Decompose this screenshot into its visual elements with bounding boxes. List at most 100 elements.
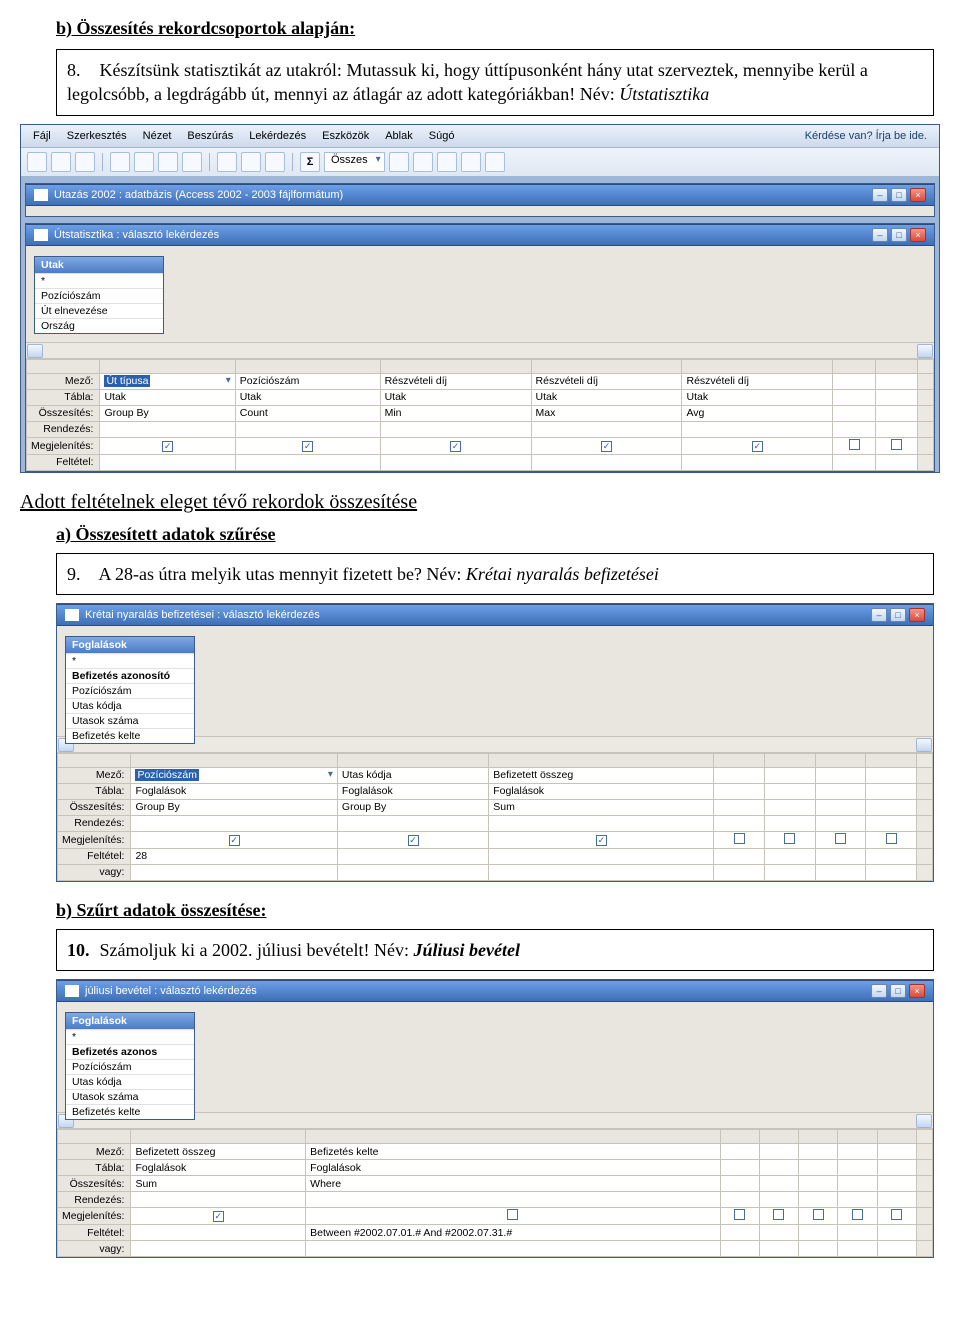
table-field[interactable]: Befizetés azonos xyxy=(66,1044,194,1059)
grid-show-cell[interactable] xyxy=(875,437,917,454)
grid-total-cell[interactable] xyxy=(765,799,816,815)
grid-criteria-cell[interactable] xyxy=(100,454,235,470)
grid-table-cell[interactable] xyxy=(875,389,917,405)
checkbox-icon[interactable] xyxy=(813,1209,824,1220)
grid-total-cell[interactable] xyxy=(714,799,765,815)
grid-total-cell[interactable]: Group By xyxy=(337,799,488,815)
grid-field-cell[interactable] xyxy=(833,373,875,389)
table-field[interactable]: Pozíciószám xyxy=(35,288,163,303)
close-button[interactable]: × xyxy=(910,228,926,242)
grid-field-cell[interactable]: Pozíciószám xyxy=(235,373,380,389)
grid-table-cell[interactable]: Utak xyxy=(100,389,235,405)
grid-table-cell[interactable] xyxy=(765,783,816,799)
toolbar-icon[interactable] xyxy=(217,152,237,172)
grid-sort-cell[interactable] xyxy=(877,1192,916,1208)
table-field[interactable]: * xyxy=(35,273,163,288)
table-field[interactable]: Befizetés azonosító xyxy=(66,668,194,683)
checkbox-icon[interactable] xyxy=(734,1209,745,1220)
grid-show-cell[interactable] xyxy=(131,831,337,848)
grid-criteria-cell[interactable] xyxy=(877,1225,916,1241)
grid-field-cell[interactable] xyxy=(799,1144,838,1160)
menu-sugo[interactable]: Súgó xyxy=(423,128,461,144)
grid-total-cell[interactable]: Min xyxy=(380,405,531,421)
menu-beszuras[interactable]: Beszúrás xyxy=(181,128,239,144)
grid-sort-cell[interactable] xyxy=(759,1192,798,1208)
scroll-left-button[interactable] xyxy=(27,344,43,358)
grid-show-cell[interactable] xyxy=(765,831,816,848)
grid-show-cell[interactable] xyxy=(380,437,531,454)
grid-criteria-cell[interactable] xyxy=(337,848,488,864)
grid-criteria-cell[interactable] xyxy=(875,454,917,470)
grid-criteria-cell[interactable] xyxy=(235,454,380,470)
grid-field-cell[interactable] xyxy=(714,767,765,783)
grid-criteria-cell[interactable] xyxy=(714,848,765,864)
toolbar[interactable]: Σ Összes xyxy=(21,148,939,177)
source-table-foglalasok[interactable]: Foglalások * Befizetés azonosító Pozíció… xyxy=(65,636,195,744)
grid-criteria-cell[interactable] xyxy=(815,848,866,864)
grid-show-cell[interactable] xyxy=(838,1208,877,1225)
grid-show-cell[interactable] xyxy=(489,831,714,848)
grid-total-cell[interactable]: Max xyxy=(531,405,682,421)
toolbar-icon[interactable] xyxy=(461,152,481,172)
table-field[interactable]: Pozíciószám xyxy=(66,1059,194,1074)
grid-total-cell[interactable] xyxy=(877,1176,916,1192)
grid-sort-cell[interactable] xyxy=(720,1192,759,1208)
grid-criteria-cell[interactable]: Between #2002.07.01.# And #2002.07.31.# xyxy=(306,1225,720,1241)
checkbox-icon[interactable] xyxy=(852,1209,863,1220)
grid-show-cell[interactable] xyxy=(833,437,875,454)
grid-table-cell[interactable] xyxy=(815,783,866,799)
grid-sort-cell[interactable] xyxy=(235,421,380,437)
grid-sort-cell[interactable] xyxy=(306,1192,720,1208)
grid-field-cell[interactable] xyxy=(765,767,816,783)
table-field[interactable]: * xyxy=(66,653,194,668)
grid-table-cell[interactable]: Utak xyxy=(531,389,682,405)
toolbar-icon[interactable] xyxy=(51,152,71,172)
grid-field-cell[interactable] xyxy=(759,1144,798,1160)
grid-or-cell[interactable] xyxy=(131,864,337,880)
grid-table-cell[interactable] xyxy=(799,1160,838,1176)
toolbar-icon[interactable] xyxy=(182,152,202,172)
scroll-right-button[interactable] xyxy=(917,344,933,358)
grid-show-cell[interactable] xyxy=(337,831,488,848)
checkbox-icon[interactable] xyxy=(408,835,419,846)
help-prompt[interactable]: Kérdése van? Írja be ide. xyxy=(799,128,933,144)
toolbar-icon[interactable] xyxy=(110,152,130,172)
maximize-button[interactable]: □ xyxy=(891,228,907,242)
grid-show-cell[interactable] xyxy=(720,1208,759,1225)
grid-table-cell[interactable]: Utak xyxy=(682,389,833,405)
grid-table-cell[interactable]: Foglalások xyxy=(489,783,714,799)
design-grid-1[interactable]: Mező:Út típusaPozíciószámRészvételi díjR… xyxy=(26,358,934,471)
table-field[interactable]: Pozíciószám xyxy=(66,683,194,698)
checkbox-icon[interactable] xyxy=(596,835,607,846)
toolbar-icon[interactable] xyxy=(158,152,178,172)
maximize-button[interactable]: □ xyxy=(890,984,906,998)
grid-sort-cell[interactable] xyxy=(131,1192,306,1208)
grid-field-cell[interactable]: Befizetés kelte xyxy=(306,1144,720,1160)
close-button[interactable]: × xyxy=(910,188,926,202)
grid-criteria-cell[interactable] xyxy=(489,848,714,864)
toolbar-icon[interactable] xyxy=(389,152,409,172)
grid-show-cell[interactable] xyxy=(100,437,235,454)
grid-field-cell[interactable]: Részvételi díj xyxy=(531,373,682,389)
grid-table-cell[interactable] xyxy=(759,1160,798,1176)
grid-show-cell[interactable] xyxy=(877,1208,916,1225)
grid-total-cell[interactable]: Sum xyxy=(131,1176,306,1192)
grid-sort-cell[interactable] xyxy=(765,815,816,831)
grid-field-cell[interactable] xyxy=(720,1144,759,1160)
grid-show-cell[interactable] xyxy=(759,1208,798,1225)
grid-or-cell[interactable] xyxy=(866,864,917,880)
toolbar-icon[interactable] xyxy=(241,152,261,172)
grid-sort-cell[interactable] xyxy=(531,421,682,437)
query-window-title[interactable]: Krétai nyaralás befizetései : választó l… xyxy=(57,604,933,626)
table-field[interactable]: Út elnevezése xyxy=(35,303,163,318)
menu-nezet[interactable]: Nézet xyxy=(137,128,178,144)
checkbox-icon[interactable] xyxy=(734,833,745,844)
grid-show-cell[interactable] xyxy=(799,1208,838,1225)
close-button[interactable]: × xyxy=(909,608,925,622)
menubar[interactable]: Fájl Szerkesztés Nézet Beszúrás Lekérdez… xyxy=(21,125,939,148)
grid-total-cell[interactable] xyxy=(720,1176,759,1192)
grid-sort-cell[interactable] xyxy=(131,815,337,831)
toolbar-icon[interactable] xyxy=(485,152,505,172)
grid-total-cell[interactable] xyxy=(838,1176,877,1192)
grid-or-cell[interactable] xyxy=(815,864,866,880)
